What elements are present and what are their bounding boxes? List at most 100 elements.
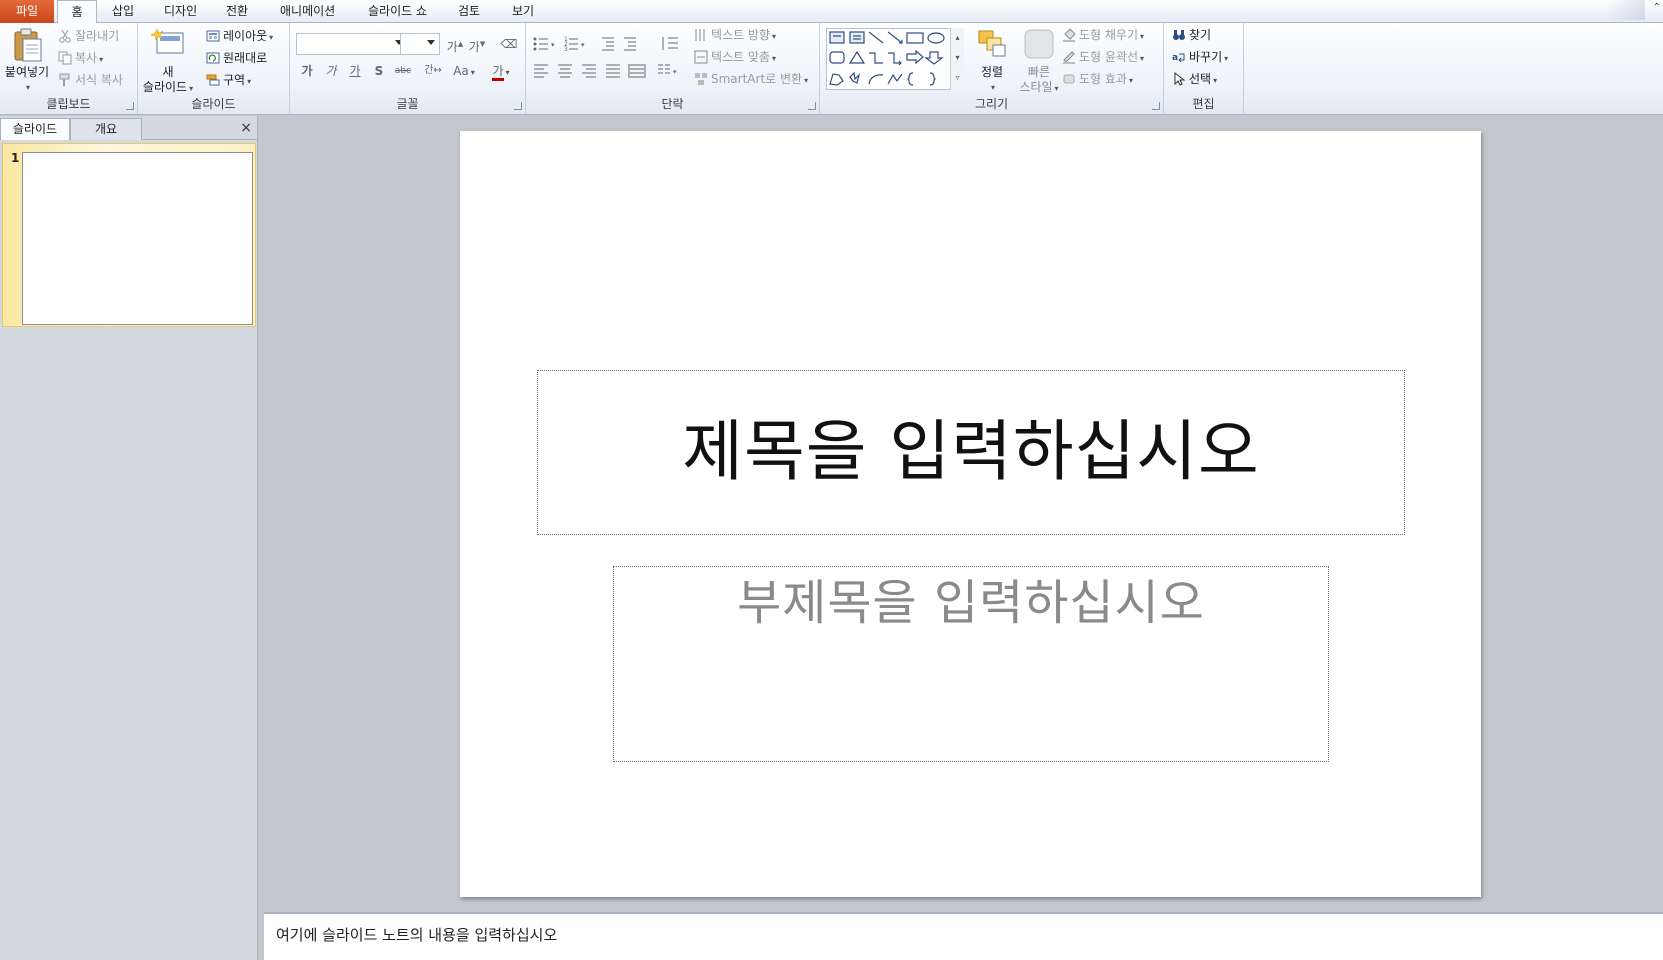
close-pane-icon[interactable]: × — [240, 121, 252, 135]
tab-home[interactable]: 홈 — [57, 0, 97, 24]
new-slide-dropdown-icon[interactable]: ▾ — [189, 84, 193, 93]
paste-button[interactable]: 붙여넣기 ▾ — [2, 27, 52, 95]
align-text-button[interactable]: 텍스트 맞춤 ▾ — [694, 47, 776, 67]
quick-styles-button[interactable]: 빠른 스타일 ▾ — [1016, 27, 1062, 96]
cut-label: 잘라내기 — [75, 29, 120, 43]
shapes-icons[interactable] — [827, 29, 951, 91]
tab-review[interactable]: 검토 — [454, 0, 484, 23]
font-size-combo[interactable] — [400, 33, 440, 55]
new-slide-icon — [150, 27, 185, 61]
binoculars-icon — [1173, 29, 1185, 40]
font-color-dropdown-icon[interactable]: ▾ — [506, 68, 510, 77]
smartart-label: SmartArt로 변환 — [711, 72, 803, 86]
paste-dropdown-icon[interactable]: ▾ — [4, 80, 52, 95]
new-slide-label-line2: 슬라이드 — [142, 80, 188, 94]
copy-dropdown-icon[interactable]: ▾ — [99, 55, 103, 64]
replace-dropdown-icon[interactable]: ▾ — [1224, 54, 1228, 63]
reset-button[interactable]: 원래대로 — [206, 48, 267, 68]
minimize-ribbon-icon[interactable]: ⌃ — [1653, 2, 1661, 13]
align-text-dropdown-icon[interactable]: ▾ — [772, 54, 776, 63]
select-dropdown-icon[interactable]: ▾ — [1213, 76, 1217, 85]
slide-canvas[interactable]: 제목을 입력하십시오 부제목을 입력하십시오 — [460, 131, 1481, 897]
clear-format-icon[interactable]: ⌫ — [498, 33, 520, 55]
shapes-gallery-scrollbar[interactable]: ▴ ▾ ▿ — [950, 28, 964, 90]
bold-button[interactable]: 가 — [296, 60, 318, 82]
tab-insert[interactable]: 삽입 — [108, 0, 138, 23]
italic-button[interactable]: 가 — [320, 60, 342, 82]
tab-transitions[interactable]: 전환 — [222, 0, 252, 23]
pencil-icon — [1063, 50, 1075, 64]
shadow-button[interactable]: S — [368, 60, 390, 82]
format-painter-button[interactable]: 서식 복사 — [58, 70, 123, 90]
font-color-button[interactable]: 가 ▾ — [486, 60, 516, 82]
replace-button[interactable]: a 바꾸기 ▾ — [1172, 47, 1228, 67]
shape-effects-dropdown-icon[interactable]: ▾ — [1129, 76, 1133, 85]
shrink-font-button[interactable]: 가▼ — [466, 33, 488, 55]
reset-slide-icon — [206, 52, 220, 63]
change-case-button[interactable]: Aa ▾ — [450, 60, 478, 82]
slide-thumbnail[interactable] — [22, 152, 253, 325]
shape-fill-dropdown-icon[interactable]: ▾ — [1140, 32, 1144, 41]
tab-animations[interactable]: 애니메이션 — [276, 0, 339, 23]
section-button[interactable]: 구역 ▾ — [206, 70, 251, 90]
find-button[interactable]: 찾기 — [1172, 25, 1211, 45]
select-label: 선택 — [1189, 72, 1212, 86]
tab-slideshow[interactable]: 슬라이드 쇼 — [364, 0, 431, 23]
change-case-dropdown-icon[interactable]: ▾ — [471, 68, 475, 77]
text-direction-icon — [695, 28, 705, 41]
smartart-button[interactable]: SmartArt로 변환 ▾ — [694, 69, 808, 89]
cut-button[interactable]: 잘라내기 — [58, 26, 119, 46]
svg-text:▾: ▾ — [551, 41, 555, 49]
arrange-label: 정렬 — [980, 65, 1004, 79]
layout-button[interactable]: 레이아웃 ▾ — [206, 26, 273, 46]
underline-button[interactable]: 가 — [344, 60, 366, 82]
group-paragraph: ▾ 123 ▾ ▾ 텍스트 방향 ▾ 텍스트 맞춤 ▾ SmartArt로 변환… — [526, 23, 820, 114]
list-indent-icons[interactable]: ▾ 123 ▾ — [532, 35, 652, 53]
drawing-launcher-icon[interactable] — [1152, 102, 1160, 110]
title-placeholder[interactable]: 제목을 입력하십시오 — [537, 370, 1405, 535]
shape-outline-button[interactable]: 도형 윤곽선 ▾ — [1062, 47, 1144, 67]
tab-slides-pane[interactable]: 슬라이드 — [0, 118, 70, 140]
alignment-icons[interactable]: ▾ — [532, 62, 682, 80]
character-spacing-button[interactable]: 간↔ — [418, 60, 448, 82]
text-direction-dropdown-icon[interactable]: ▾ — [772, 32, 776, 41]
new-slide-button[interactable]: 새 슬라이드 ▾ — [140, 27, 196, 96]
tab-design[interactable]: 디자인 — [160, 0, 201, 23]
tab-view[interactable]: 보기 — [508, 0, 538, 23]
ribbon-tab-bar: 파일 홈 삽입 디자인 전환 애니메이션 슬라이드 쇼 검토 보기 ⌃ — [0, 0, 1663, 24]
strikethrough-button[interactable]: abc — [390, 60, 416, 82]
replace-icon: a — [1172, 53, 1185, 63]
copy-button[interactable]: 복사 ▾ — [58, 48, 103, 68]
font-launcher-icon[interactable] — [514, 102, 522, 110]
pane-tabs: 슬라이드 개요 × — [0, 118, 258, 140]
line-spacing-icon[interactable] — [660, 35, 682, 53]
notes-pane[interactable]: 여기에 슬라이드 노트의 내용을 입력하십시오 — [264, 912, 1663, 960]
quick-styles-label-line2: 스타일 — [1019, 80, 1053, 94]
select-button[interactable]: 선택 ▾ — [1172, 69, 1217, 89]
text-direction-button[interactable]: 텍스트 방향 ▾ — [694, 25, 776, 45]
smartart-dropdown-icon[interactable]: ▾ — [804, 76, 808, 85]
tab-outline-pane[interactable]: 개요 — [70, 118, 142, 140]
shape-outline-dropdown-icon[interactable]: ▾ — [1140, 54, 1144, 63]
paste-icon — [10, 27, 44, 62]
brush-icon — [59, 73, 70, 86]
paragraph-launcher-icon[interactable] — [808, 102, 816, 110]
arrange-button[interactable]: 정렬 ▾ — [970, 27, 1014, 95]
font-name-combo[interactable] — [296, 33, 408, 55]
grow-font-button[interactable]: 가▲ — [444, 33, 466, 55]
clipboard-launcher-icon[interactable] — [126, 102, 134, 110]
slide-thumbnail-item[interactable]: 1 — [2, 143, 256, 327]
shape-fill-button[interactable]: 도형 채우기 ▾ — [1062, 25, 1144, 45]
subtitle-placeholder[interactable]: 부제목을 입력하십시오 — [613, 566, 1329, 762]
arrange-dropdown-icon[interactable]: ▾ — [972, 80, 1014, 95]
section-dropdown-icon[interactable]: ▾ — [247, 77, 251, 86]
copy-label: 복사 — [75, 51, 98, 65]
font-size-dropdown-icon[interactable] — [427, 40, 435, 45]
arrange-icon — [975, 27, 1009, 61]
quick-styles-dropdown-icon[interactable]: ▾ — [1055, 84, 1059, 93]
tab-file[interactable]: 파일 — [0, 0, 54, 23]
shape-effects-button[interactable]: 도형 효과 ▾ — [1062, 69, 1133, 89]
shapes-gallery[interactable] — [826, 28, 964, 90]
layout-dropdown-icon[interactable]: ▾ — [269, 33, 273, 42]
ribbon: 붙여넣기 ▾ 잘라내기 복사 ▾ 서식 복사 클립보드 새 슬라이드 ▾ 레이아… — [0, 23, 1663, 115]
